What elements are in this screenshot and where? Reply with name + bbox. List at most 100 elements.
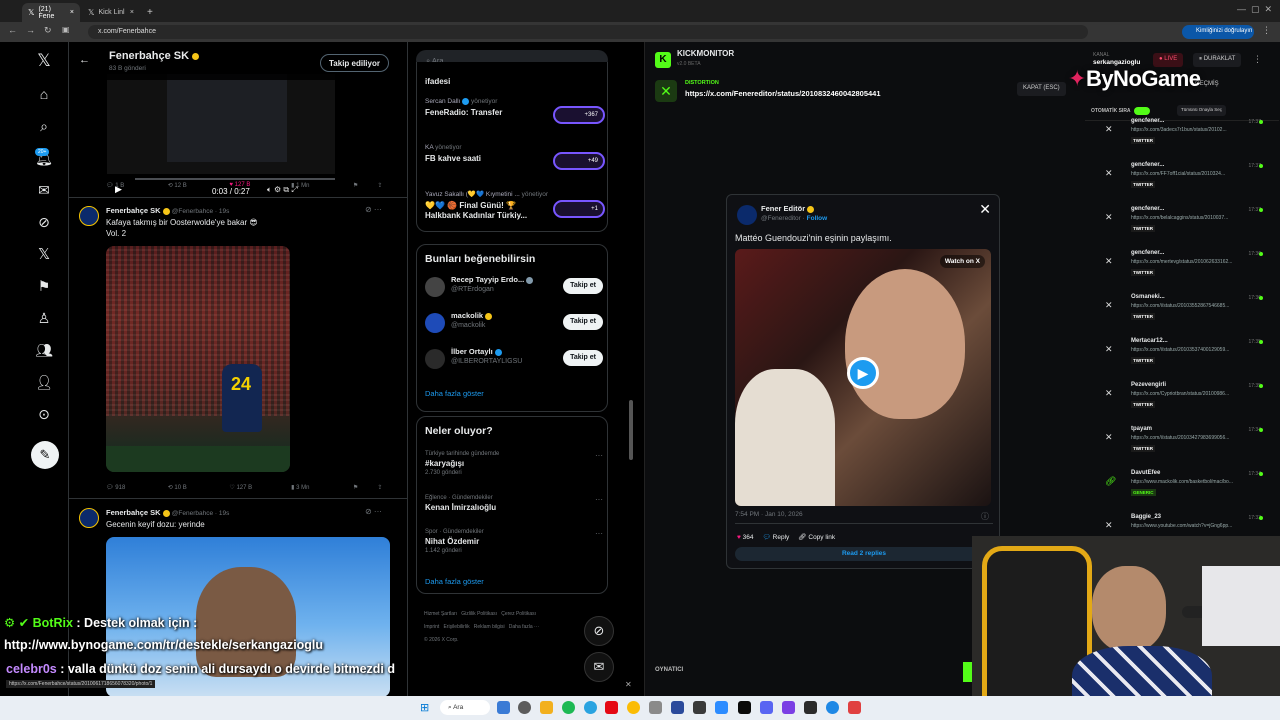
share-icon[interactable]: ⇪ (378, 484, 397, 491)
embed-follow-link[interactable]: Follow (807, 215, 828, 222)
close-button[interactable]: KAPAT (ESC) (1017, 82, 1066, 96)
url-field[interactable]: x.com/Fenerbahce (88, 25, 1088, 39)
space-item[interactable]: Yavuz Sakallı (💛💙 Kıymetini ... yönetiyo… (425, 190, 609, 220)
video-progress[interactable] (135, 178, 335, 180)
space-item[interactable]: ifadesi (425, 74, 609, 86)
app-icon[interactable] (693, 701, 706, 714)
avatar[interactable] (79, 206, 99, 226)
app-icon[interactable] (826, 701, 839, 714)
footer-link[interactable]: Erişilebilirlik (443, 624, 469, 630)
more-options-icon[interactable]: ⊘ ··· (365, 507, 382, 516)
follow-suggestion[interactable]: mackolik @mackolik Takip et (425, 311, 603, 337)
app-icon[interactable] (848, 701, 861, 714)
feed-url[interactable]: https://x.com/i/status/20103427983699056… (1131, 435, 1229, 441)
bookmarks-icon[interactable]: ⚑ (32, 274, 56, 298)
embed-author[interactable]: Fener Editör (761, 204, 815, 213)
verify-identity-button[interactable]: Kimliğinizi doğrulayın (1182, 25, 1254, 39)
more-options-icon[interactable]: ··· (595, 495, 603, 504)
app-icon[interactable] (649, 701, 662, 714)
trend-item[interactable]: Eğlence · Gündemdekiler Kenan İmirzalıoğl… (425, 495, 603, 512)
read-replies-button[interactable]: Read 2 replies (735, 547, 993, 561)
feed-item[interactable]: ✕ tpayam https://x.com/i/status/2010342798… (1093, 426, 1263, 470)
follow-button[interactable]: Takip et (563, 314, 603, 330)
footer-link[interactable]: Daha fazla ··· (509, 624, 539, 630)
tab-fenerbahce[interactable]: 𝕏 (21) Fene × (22, 3, 80, 22)
feed-url[interactable]: https://x.com/i/status/20103552867546685… (1131, 303, 1229, 309)
close-icon[interactable]: × (130, 9, 134, 16)
feed-url[interactable]: https://x.com/3adecs7r1bun/status/20102.… (1131, 127, 1227, 133)
author-name[interactable]: Fenerbahçe SK (106, 206, 161, 215)
follow-button[interactable]: Takip et (563, 278, 603, 294)
follow-button[interactable]: Takip et (563, 350, 603, 366)
feed-url[interactable]: https://x.com/i/status/20103537400129059… (1131, 347, 1229, 353)
share-icon[interactable]: ⇪ (378, 182, 397, 189)
feed-item[interactable]: ✕ gencfener... https://x.com/belalcaggins/… (1093, 206, 1263, 250)
trend-item[interactable]: Türkiye tarihinde gündemde #karyağışı 2.73… (425, 451, 603, 476)
tweet-image[interactable]: 24 (106, 246, 290, 472)
back-icon[interactable]: ← (8, 25, 17, 35)
communities-icon[interactable]: 👥︎ (32, 338, 56, 362)
discord-icon[interactable] (760, 701, 773, 714)
windows-start-icon[interactable]: ⊞ (420, 701, 429, 714)
views-button[interactable]: ▮ 3 Mn (291, 484, 353, 491)
video-player[interactable]: ▶ 0:03 / 0:27 🔈︎ ⚙ ⧉ ⤢ (107, 74, 335, 196)
approve-all-button[interactable]: Tümünü Onayla Seç (1177, 105, 1227, 116)
app-icon[interactable] (518, 701, 531, 714)
embed-video[interactable]: Watch on X ▶ (735, 249, 991, 506)
jobs-icon[interactable]: ♙ (32, 306, 56, 330)
x-logo-icon[interactable]: 𝕏 (32, 49, 56, 73)
netflix-icon[interactable] (605, 701, 618, 714)
tab-kick[interactable]: 𝕏 Kick Linl × (82, 3, 140, 22)
chrome-icon[interactable] (627, 701, 640, 714)
repost-button[interactable]: ⟲ 10 B (168, 484, 230, 491)
feed-url[interactable]: https://www.youtube.com/watch?v=jGng6pp.… (1131, 523, 1232, 529)
feed-url[interactable]: https://x.com/belalcaggins/status/201003… (1131, 215, 1228, 221)
feed-url[interactable]: https://x.com/Cypriotbran/status/2010098… (1131, 391, 1229, 397)
more-options-icon[interactable]: ··· (595, 451, 603, 460)
telegram-icon[interactable] (584, 701, 597, 714)
pause-button[interactable]: ⏸ DURAKLAT (1193, 53, 1242, 67)
feed-url[interactable]: https://www.mackolik.com/basketbol/mac/b… (1131, 479, 1233, 485)
feed-item[interactable]: ✕ gencfener... https://x.com/FF7off1cial/s… (1093, 162, 1263, 206)
reply-link[interactable]: Reply (773, 534, 790, 541)
watch-on-x-button[interactable]: Watch on X (939, 255, 985, 268)
reply-button[interactable]: 💬︎ 918 (106, 484, 168, 491)
back-arrow-icon[interactable]: ← (79, 54, 90, 66)
zoom-icon[interactable] (715, 701, 728, 714)
folder-icon[interactable] (540, 701, 553, 714)
messages-button[interactable]: ✉ (584, 652, 614, 682)
show-more-link[interactable]: Daha fazla göster (425, 389, 484, 398)
space-item[interactable]: KA yönetiyor FB kahve saati +49 (425, 144, 609, 170)
footer-link[interactable]: Imprint (424, 624, 439, 630)
bookmark-icon[interactable]: ⚑ (353, 182, 378, 189)
play-button[interactable]: ▶ (847, 357, 879, 389)
heart-icon[interactable]: ♥ (737, 534, 741, 541)
trend-item[interactable]: Spor · Gündemdekiler Nihat Özdemir 1.142 g… (425, 529, 603, 554)
follow-suggestion[interactable]: Recep Tayyip Erdo... @RTErdogan Takip et (425, 275, 603, 301)
grok-icon[interactable]: ⊘ (32, 210, 56, 234)
reply-icon[interactable]: 💬︎ (763, 534, 771, 541)
premium-x-icon[interactable]: 𝕏 (32, 242, 56, 266)
space-item[interactable]: Sercan Dallı yönetiyor FeneRadio: Transf… (425, 98, 609, 124)
scrollbar[interactable] (629, 400, 633, 460)
grok-button[interactable]: ⊘ (584, 616, 614, 646)
close-icon[interactable]: × (70, 9, 74, 16)
feed-item[interactable]: ✕ Mertacar12... https://x.com/i/status/201… (1093, 338, 1263, 382)
grok-icon[interactable]: ⊘ ··· (365, 205, 382, 214)
reload-icon[interactable]: ↻ (44, 25, 52, 36)
like-button[interactable]: ♡ 127 B (229, 484, 291, 491)
avatar[interactable] (79, 508, 99, 528)
window-controls[interactable]: — ▢ ✕ (1237, 4, 1272, 15)
taskbar-search[interactable]: ⌕ Ara (440, 700, 490, 715)
footer-link[interactable]: Reklam bilgisi (474, 624, 505, 630)
views-button[interactable]: ▮ 1 Mn (291, 182, 353, 189)
close-icon[interactable]: ✕ (625, 680, 632, 689)
messages-icon[interactable]: ✉ (32, 178, 56, 202)
post-button[interactable]: ✎ (31, 441, 59, 469)
feed-item[interactable]: ✕ Pezevengirli https://x.com/Cypriotbran/s… (1093, 382, 1263, 426)
new-tab-button[interactable]: + (141, 3, 155, 22)
search-icon[interactable]: ⌕ (32, 114, 56, 138)
app-icon[interactable] (782, 701, 795, 714)
footer-link[interactable]: Çerez Politikası (501, 611, 536, 617)
info-icon[interactable]: ⓘ (981, 511, 989, 522)
